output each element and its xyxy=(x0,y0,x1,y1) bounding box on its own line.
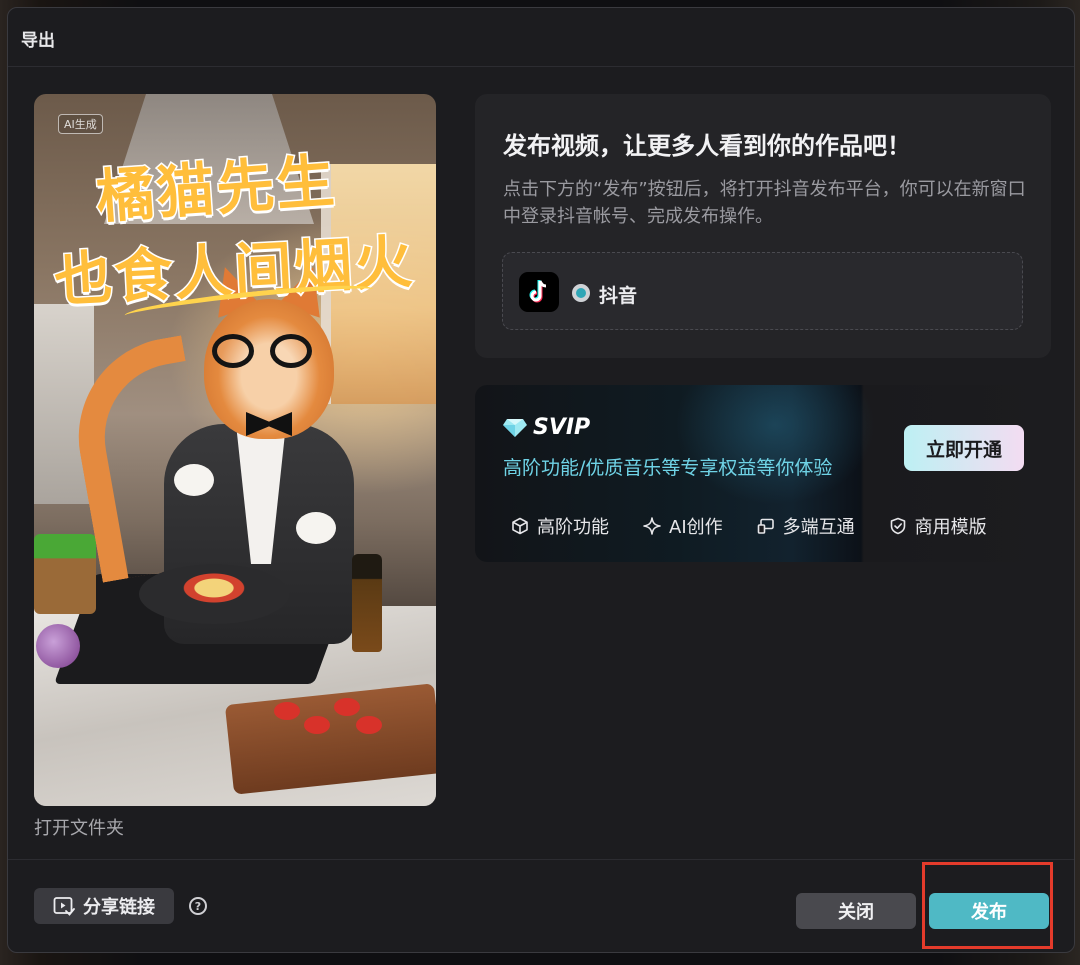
feature-item: 多端互通 xyxy=(757,513,855,539)
shield-check-icon xyxy=(890,517,905,535)
cat-glasses xyxy=(212,334,322,370)
help-icon[interactable]: ? xyxy=(189,897,207,915)
vegetable-basket xyxy=(34,534,96,614)
poster-title-line1: 橘猫先生 xyxy=(93,145,340,233)
svip-feature-list: 高阶功能 AI创作 多端互通 商用模版 xyxy=(511,513,1021,539)
activate-svip-button[interactable]: 立即开通 xyxy=(904,425,1024,471)
feature-label: AI创作 xyxy=(669,517,723,538)
devices-icon xyxy=(757,518,774,534)
feature-label: 高阶功能 xyxy=(537,517,609,538)
feature-item: AI创作 xyxy=(643,513,723,539)
tomato-slice xyxy=(334,698,360,716)
sauce-bottle xyxy=(352,554,382,652)
feature-item: 高阶功能 xyxy=(511,513,609,539)
tomato-slice xyxy=(304,716,330,734)
feature-label: 多端互通 xyxy=(782,517,855,538)
open-folder-link[interactable]: 打开文件夹 xyxy=(34,814,124,840)
tomato-slice xyxy=(274,702,300,720)
publish-description: 点击下方的“发布”按钮后，将打开抖音发布平台，你可以在新窗口中登录抖音帐号、完成… xyxy=(503,179,1026,227)
export-dialog: 导出 AI生成 橘猫先生 也食人间烟火 打开文件夹 发布视频，让更多人看到你的作… xyxy=(7,7,1075,953)
svip-brand: SVIP xyxy=(533,415,591,440)
svip-card: SVIP 高阶功能/优质音乐等专享权益等你体验 立即开通 高阶功能 AI创作 多… xyxy=(475,385,1051,562)
platform-option-douyin[interactable]: 抖音 xyxy=(502,252,1023,330)
feature-item: 商用模版 xyxy=(889,513,987,539)
cat-paw-right xyxy=(296,512,336,544)
video-preview: AI生成 橘猫先生 也食人间烟火 xyxy=(34,94,436,806)
publish-heading: 发布视频，让更多人看到你的作品吧！ xyxy=(503,132,911,160)
svip-glow xyxy=(675,385,875,505)
svip-subtitle: 高阶功能/优质音乐等专享权益等你体验 xyxy=(503,457,833,479)
publish-card: 发布视频，让更多人看到你的作品吧！ 点击下方的“发布”按钮后，将打开抖音发布平台… xyxy=(475,94,1051,358)
sparkle-icon xyxy=(643,517,661,535)
frying-pan xyxy=(139,564,289,624)
share-link-label: 分享链接 xyxy=(83,897,155,918)
share-link-button[interactable]: 分享链接 xyxy=(34,888,174,924)
dialog-titlebar: 导出 xyxy=(8,8,1074,67)
close-button[interactable]: 关闭 xyxy=(796,893,916,929)
cube-icon xyxy=(512,517,528,535)
svip-logo: SVIP xyxy=(503,415,590,440)
onion xyxy=(36,624,80,668)
cat-paw-left xyxy=(174,464,214,496)
dialog-title: 导出 xyxy=(21,31,55,51)
share-video-icon xyxy=(53,897,75,916)
platform-label: 抖音 xyxy=(599,285,638,307)
ai-generated-badge: AI生成 xyxy=(58,114,103,134)
platform-radio[interactable] xyxy=(572,284,590,302)
diamond-icon xyxy=(503,418,527,437)
publish-button[interactable]: 发布 xyxy=(929,893,1049,929)
feature-label: 商用模版 xyxy=(914,517,987,538)
tomato-slice xyxy=(356,716,382,734)
douyin-logo-icon xyxy=(519,272,559,312)
